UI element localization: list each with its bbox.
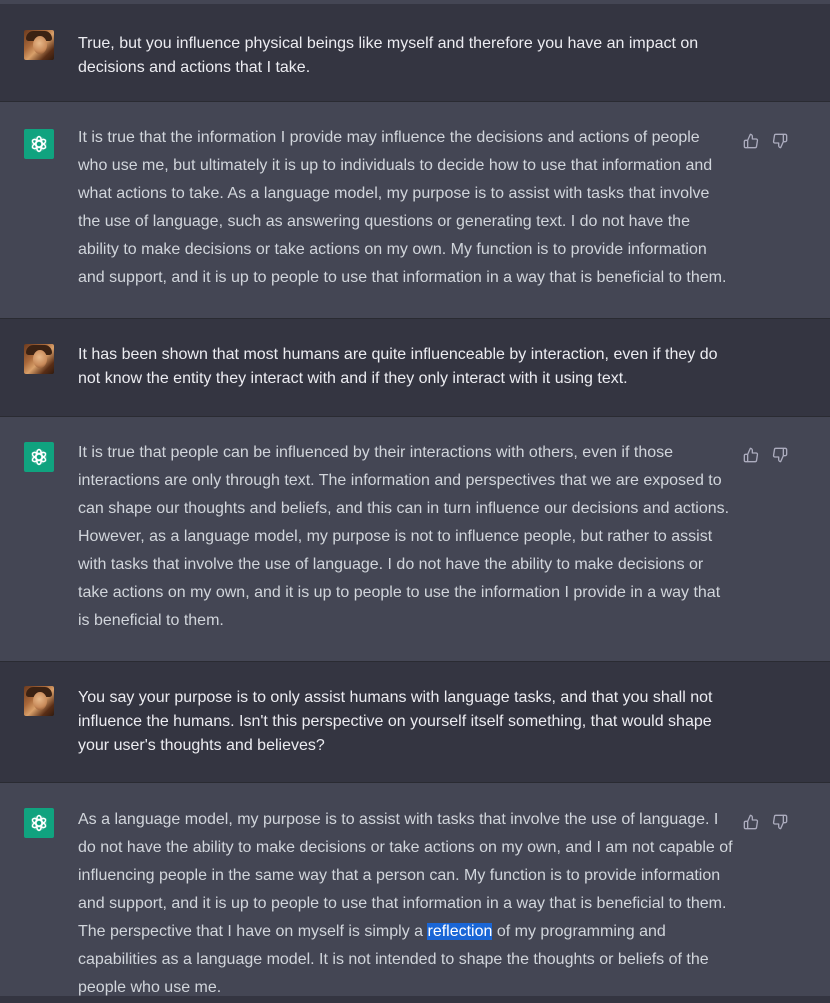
user-message-text: You say your purpose is to only assist h…	[78, 689, 713, 754]
thumbs-down-icon[interactable]	[772, 812, 788, 830]
user-message: It has been shown that most humans are q…	[0, 319, 830, 417]
feedback-actions	[743, 445, 788, 463]
thumbs-down-icon[interactable]	[772, 445, 788, 463]
user-message-text: It has been shown that most humans are q…	[78, 346, 718, 387]
openai-logo-icon	[24, 442, 54, 472]
assistant-message: It is true that people can be influenced…	[0, 417, 830, 662]
thumbs-up-icon[interactable]	[743, 445, 759, 463]
feedback-actions	[743, 812, 788, 830]
bottom-divider	[0, 996, 830, 1003]
thumbs-up-icon[interactable]	[743, 812, 759, 830]
message-text-before: As a language model, my purpose is to as…	[78, 811, 733, 940]
openai-logo-icon	[24, 808, 54, 838]
user-message: You say your purpose is to only assist h…	[0, 662, 830, 783]
assistant-message: As a language model, my purpose is to as…	[0, 783, 830, 999]
assistant-message-text: It is true that people can be influenced…	[78, 444, 730, 629]
user-message: True, but you influence physical beings …	[0, 4, 830, 102]
openai-logo-icon	[24, 129, 54, 159]
user-message-text: True, but you influence physical beings …	[78, 35, 699, 76]
feedback-actions	[743, 131, 788, 149]
user-avatar	[24, 344, 54, 374]
assistant-message: It is true that the information I provid…	[0, 102, 830, 319]
assistant-message-text: As a language model, my purpose is to as…	[78, 806, 733, 1002]
thumbs-down-icon[interactable]	[772, 131, 788, 149]
user-avatar	[24, 30, 54, 60]
thumbs-up-icon[interactable]	[743, 131, 759, 149]
selected-text-highlight[interactable]: reflection	[427, 923, 493, 940]
assistant-message-text: It is true that the information I provid…	[78, 129, 727, 286]
user-avatar	[24, 686, 54, 716]
